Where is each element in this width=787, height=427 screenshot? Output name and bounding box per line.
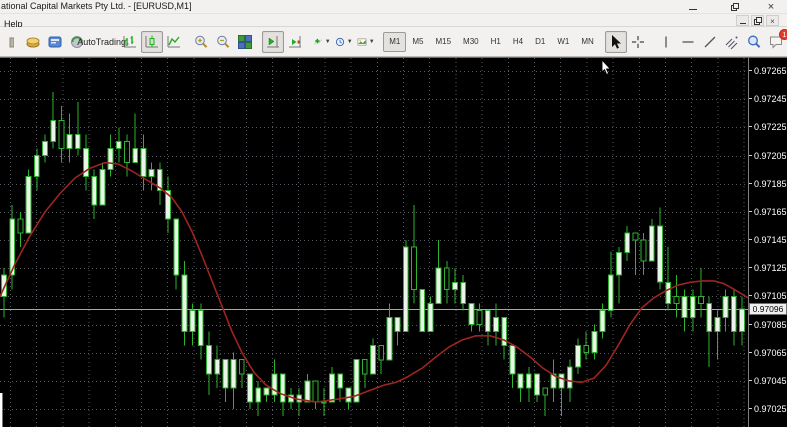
chart-shift-icon [265,34,281,50]
auto-scroll-icon [287,34,303,50]
toolbar-separator [187,32,189,52]
zoom-out-button[interactable] [212,31,234,53]
price-axis-label: 0.97125 [754,263,787,273]
tile-windows-button[interactable] [234,31,256,53]
timeframe-button-d1[interactable]: D1 [529,32,551,52]
candlestick-chart-button[interactable] [141,31,163,53]
line-chart-button[interactable] [163,31,185,53]
line-chart-icon [166,34,182,50]
timeframe-button-h4[interactable]: H4 [507,32,529,52]
price-axis-label: 0.97025 [754,404,787,414]
window-minimize-button[interactable] [685,1,701,13]
chart-shift-button[interactable] [262,31,284,53]
crosshair-tool-button[interactable] [627,31,649,53]
price-chart[interactable] [0,58,748,427]
price-axis-label: 0.97105 [754,291,787,301]
toolbar-separator [308,32,310,52]
price-axis-label: 0.97185 [754,179,787,189]
dropdown-arrow-icon[interactable]: ▼ [369,39,375,45]
title-bar: ational Capital Markets Pty Ltd. - [EURU… [0,0,787,14]
mt4-window: ational Capital Markets Pty Ltd. - [EURU… [0,0,787,427]
toolbar: AutoTrading ▼ ▼ ▼ M1M5M15M30H1H4D1W1MN 1 [0,27,787,57]
autotrading-button[interactable]: AutoTrading [88,31,113,53]
templates-icon [357,34,367,50]
indicators-icon [313,34,323,50]
window-title: ational Capital Markets Pty Ltd. - [EURU… [1,1,192,11]
hline-icon [680,34,696,50]
chart-restore-button[interactable] [751,15,764,26]
price-axis-label: 0.97225 [754,122,787,132]
timeframe-button-m1[interactable]: M1 [383,32,406,52]
crosshair-icon [630,34,646,50]
bar-chart-button[interactable] [119,31,141,53]
price-axis-label: 0.97065 [754,348,787,358]
chart-minimize-button[interactable] [736,15,749,26]
price-axis-label: 0.97245 [754,94,787,104]
zoom-in-button[interactable] [190,31,212,53]
mouse-cursor [601,60,615,76]
timeframe-button-m30[interactable]: M30 [457,32,485,52]
metaeditor-button[interactable] [44,31,66,53]
zoom-in-icon [193,34,209,50]
price-axis-label: 0.97145 [754,235,787,245]
auto-scroll-button[interactable] [284,31,306,53]
periods-button[interactable]: ▼ [334,31,356,53]
fibonacci-icon [724,34,740,50]
vline-icon [658,34,674,50]
dropdown-arrow-icon[interactable]: ▼ [347,39,353,45]
window-close-button[interactable]: × [763,1,779,13]
timeframe-button-m5[interactable]: M5 [406,32,429,52]
cursor-tool-button[interactable] [605,31,627,53]
zoom-out-icon [215,34,231,50]
timeframe-button-h1[interactable]: H1 [485,32,507,52]
current-price-label: 0.97096 [749,303,787,315]
terminal-icon [47,34,63,50]
vertical-line-tool-button[interactable] [655,31,677,53]
dropdown-arrow-icon[interactable]: ▼ [325,39,331,45]
timeframe-button-mn[interactable]: MN [575,32,599,52]
clipped-icon [8,34,14,50]
price-axis-label: 0.97265 [754,66,787,76]
magnifier-icon [746,34,762,50]
candlesticks [2,92,745,416]
menu-bar: Help × [0,14,787,27]
toolbar-separator [602,32,604,52]
indicators-button[interactable]: ▼ [312,31,334,53]
timeframe-button-m15[interactable]: M15 [429,32,457,52]
background-window-edge [0,393,3,427]
horizontal-line-tool-button[interactable] [677,31,699,53]
trendline-tool-button[interactable] [699,31,721,53]
cursor-icon [608,34,624,50]
tile-windows-icon [237,34,253,50]
bar-chart-icon [122,34,138,50]
price-axis-label: 0.97085 [754,320,787,330]
periods-icon [335,34,345,50]
data-window-button[interactable] [743,31,765,53]
timeframe-button-w1[interactable]: W1 [551,32,575,52]
templates-button[interactable]: ▼ [356,31,378,53]
price-axis-label: 0.97205 [754,151,787,161]
toolbar-separator [651,32,653,52]
price-axis[interactable]: 0.97265 0.97245 0.97225 0.97205 0.97185 0.971… [748,57,787,427]
chart-area[interactable] [0,57,748,427]
candle-chart-icon [144,34,160,50]
notification-badge: 1 [779,29,787,40]
fibonacci-tool-button[interactable] [721,31,743,53]
new-order-icon [25,34,41,50]
trendline-icon [702,34,718,50]
chart-close-button[interactable]: × [766,15,779,26]
toolbar-separator [380,32,382,52]
toolbar-separator [258,32,260,52]
notifications-button[interactable]: 1 [765,31,787,53]
window-restore-button[interactable] [727,1,743,13]
price-axis-label: 0.97045 [754,376,787,386]
price-axis-label: 0.97165 [754,207,787,217]
new-order-button[interactable] [22,31,44,53]
clipped-left-icon[interactable] [0,31,22,53]
